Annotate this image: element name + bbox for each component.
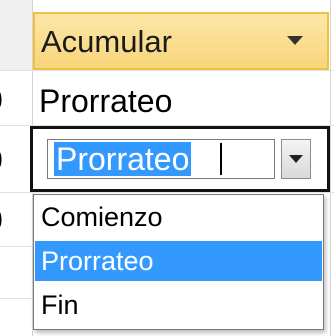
active-cell[interactable]: Prorrateo: [30, 126, 330, 192]
grid-line: [0, 192, 334, 193]
table-cell[interactable]: Prorrateo: [39, 82, 172, 120]
grid-line: [0, 70, 334, 71]
grid-line: [330, 0, 331, 336]
left-cell-2: 0: [0, 146, 32, 176]
chevron-down-icon[interactable]: [287, 36, 303, 45]
combo-selected-text: Prorrateo: [54, 141, 192, 177]
left-cell-3: 0: [0, 206, 32, 236]
left-column: 0 0 0: [0, 0, 32, 336]
dropdown-list: Comienzo Prorrateo Fin: [33, 194, 324, 330]
left-cell-1: 0: [0, 86, 32, 116]
text-caret: [220, 143, 222, 175]
column-header-acumular[interactable]: Acumular: [33, 12, 329, 70]
column-header-label: Acumular: [41, 24, 172, 59]
dropdown-option-fin[interactable]: Fin: [35, 285, 322, 325]
grid-line: [0, 246, 32, 247]
chevron-down-icon: [289, 155, 303, 163]
dropdown-option-prorrateo[interactable]: Prorrateo: [35, 241, 322, 281]
dropdown-button[interactable]: [281, 139, 311, 179]
dropdown-option-comienzo[interactable]: Comienzo: [35, 197, 322, 237]
combo-input[interactable]: Prorrateo: [47, 139, 275, 179]
grid-line: [0, 298, 32, 299]
left-column-header: [0, 0, 32, 71]
